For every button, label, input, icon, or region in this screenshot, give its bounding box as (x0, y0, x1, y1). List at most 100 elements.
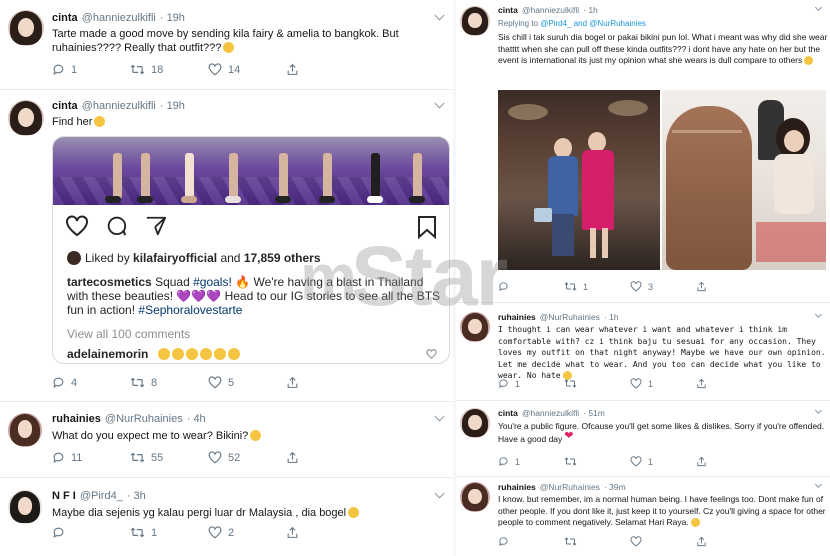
tweet-cinta-1[interactable]: cinta @hanniezulkifli · 19h Tarte made a g… (0, 0, 452, 88)
heart-icon[interactable] (65, 215, 89, 237)
like-button[interactable]: 1 (630, 378, 696, 389)
replying-to-link[interactable]: @Pird4_ and @NurRuhainies (540, 19, 646, 28)
chevron-down-icon[interactable] (814, 310, 823, 319)
share-button[interactable] (286, 451, 299, 464)
view-all-comments-link[interactable]: View all 100 comments (67, 327, 190, 341)
avatar[interactable] (460, 482, 490, 512)
tweet-cinta-3[interactable]: cinta @hanniezulkifli · 51m You're a publi… (456, 404, 830, 474)
like-button[interactable]: 2 (208, 526, 286, 539)
comment-icon[interactable] (105, 215, 127, 237)
chevron-down-icon[interactable] (814, 3, 823, 12)
reply-button[interactable]: 4 (52, 376, 130, 389)
retweet-button[interactable]: 1 (564, 281, 630, 292)
share-button[interactable] (286, 376, 299, 389)
handle[interactable]: @NurRuhainies (105, 413, 183, 425)
timestamp[interactable]: · 51m (583, 408, 605, 418)
reply-button[interactable] (498, 281, 564, 292)
reply-button[interactable]: 11 (52, 451, 130, 464)
share-button[interactable] (286, 63, 299, 76)
timestamp[interactable]: · 3h (127, 490, 146, 502)
avatar[interactable] (8, 10, 44, 46)
chevron-down-icon[interactable] (814, 480, 823, 489)
timestamp[interactable]: · 19h (160, 100, 185, 112)
like-button[interactable]: 5 (208, 376, 286, 389)
worried-emoji-icon (250, 430, 262, 441)
handle[interactable]: @NurRuhainies (540, 482, 600, 492)
display-name[interactable]: N F I (52, 490, 76, 502)
retweet-button[interactable]: 55 (130, 451, 208, 464)
reply-button[interactable]: 1 (52, 63, 130, 76)
like-button[interactable]: 52 (208, 451, 286, 464)
instagram-likes[interactable]: Liked by kilafairyofficial and 17,859 ot… (67, 251, 321, 265)
chevron-down-icon[interactable] (434, 488, 445, 499)
display-name[interactable]: cinta (52, 100, 78, 112)
share-button[interactable] (696, 536, 707, 547)
share-button[interactable] (696, 456, 707, 467)
tweet-actions: 1 1 (498, 456, 707, 467)
display-name[interactable]: ruhainies (52, 413, 101, 425)
display-name[interactable]: cinta (498, 5, 518, 15)
like-button[interactable]: 3 (630, 281, 696, 292)
tweet-ruhainies-3[interactable]: ruhainies @NurRuhainies · 39m I know. but … (456, 478, 830, 556)
share-button[interactable] (696, 378, 707, 389)
timestamp[interactable]: · 19h (160, 12, 185, 24)
retweet-button[interactable] (564, 536, 630, 547)
chevron-down-icon[interactable] (434, 10, 445, 21)
tweet-ruhainies-2[interactable]: ruhainies @NurRuhainies · 1h I thought i c… (456, 306, 830, 398)
retweet-button[interactable]: 18 (130, 63, 208, 76)
retweet-button[interactable]: 8 (130, 376, 208, 389)
timestamp[interactable]: · 1h (583, 5, 598, 15)
avatar[interactable] (8, 100, 44, 136)
display-name[interactable]: cinta (52, 12, 78, 24)
tweet-text: I know. but remember, im a normal human … (498, 494, 826, 527)
tweet-actions: 1 2 (52, 526, 299, 539)
tweet-cinta-reply[interactable]: cinta @hanniezulkifli · 1h Replying to @Pi… (456, 0, 830, 300)
like-button[interactable]: 1 (630, 456, 696, 467)
chevron-down-icon[interactable] (434, 98, 445, 109)
timestamp[interactable]: · 39m (604, 482, 626, 492)
display-name[interactable]: cinta (498, 408, 518, 418)
avatar[interactable] (460, 408, 490, 438)
tweet-photo-2[interactable] (662, 90, 826, 270)
avatar[interactable] (8, 490, 42, 524)
like-button[interactable]: 14 (208, 63, 286, 76)
chevron-down-icon[interactable] (814, 406, 823, 415)
avatar[interactable] (460, 6, 490, 36)
reply-icon (499, 379, 508, 389)
tweet-photo-1[interactable] (498, 90, 660, 270)
share-button[interactable] (696, 281, 707, 292)
caption-user[interactable]: tartecosmetics (67, 275, 152, 289)
handle[interactable]: @hanniezulkifli (82, 100, 156, 112)
retweet-button[interactable]: 1 (130, 526, 208, 539)
handle[interactable]: @NurRuhainies (540, 312, 600, 322)
instagram-photo[interactable] (53, 137, 449, 205)
reply-icon (53, 64, 64, 75)
hashtag-goals[interactable]: #goals! (193, 275, 232, 289)
timestamp[interactable]: · 4h (187, 413, 206, 425)
timestamp[interactable]: · 1h (604, 312, 619, 322)
handle[interactable]: @hanniezulkifli (82, 12, 156, 24)
comment-like-icon[interactable] (426, 349, 437, 359)
chevron-down-icon[interactable] (434, 411, 445, 422)
handle[interactable]: @hanniezulkifli (522, 408, 579, 418)
reply-button[interactable] (52, 526, 130, 539)
avatar[interactable] (8, 413, 42, 447)
like-button[interactable] (630, 536, 696, 547)
handle[interactable]: @hanniezulkifli (522, 5, 579, 15)
reply-button[interactable]: 1 (498, 378, 564, 389)
reply-button[interactable]: 1 (498, 456, 564, 467)
send-icon[interactable] (145, 215, 167, 237)
share-button[interactable] (286, 526, 299, 539)
tweet-nfi[interactable]: N F I @Pird4_ · 3h Maybe dia sejenis yg ka… (0, 480, 452, 556)
share-icon (697, 456, 706, 467)
tweet-text: Find her (52, 115, 432, 129)
red-heart-icon (564, 431, 575, 444)
retweet-button[interactable] (564, 378, 630, 389)
handle[interactable]: @Pird4_ (80, 490, 123, 502)
comment-user[interactable]: adelainemorin (67, 347, 148, 361)
display-name[interactable]: ruhainies (498, 482, 536, 492)
tweet-ruhainies-1[interactable]: ruhainies @NurRuhainies · 4h What do you e… (0, 403, 452, 473)
reply-button[interactable] (498, 536, 564, 547)
retweet-button[interactable] (564, 456, 630, 467)
hashtag-sephora[interactable]: #Sephoralovestarte (138, 303, 242, 317)
